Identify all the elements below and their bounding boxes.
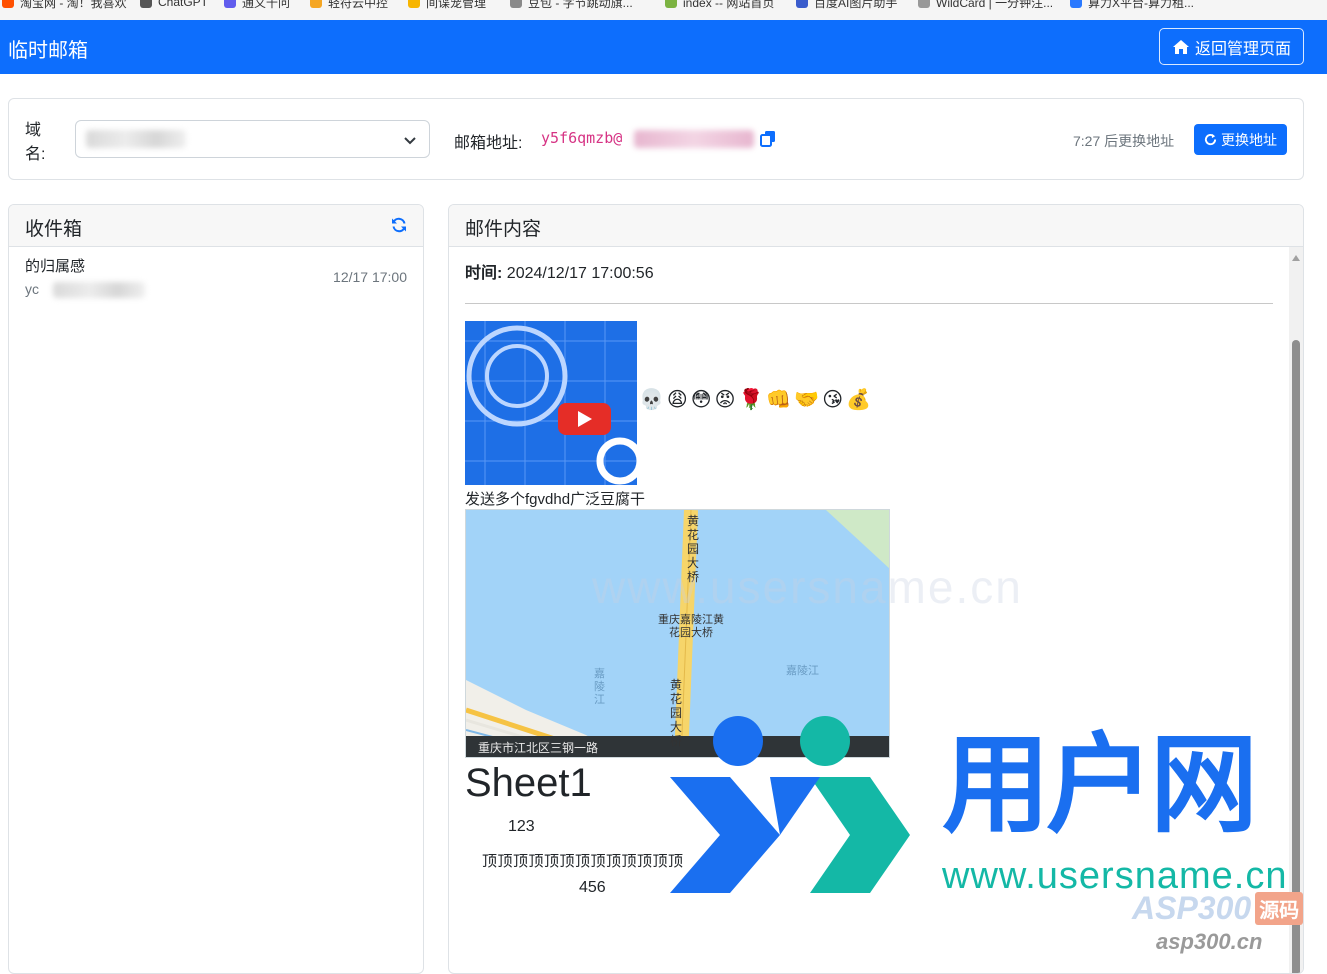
- sender-address-redacted: [53, 282, 145, 298]
- wildcard-icon: [918, 0, 930, 8]
- email-domain-redacted: [634, 130, 754, 148]
- bookmarks-bar: 淘宝网 - 淘！我喜欢 ChatGPT 通义千问 轻符云中控 间谍宠管理 豆包 …: [0, 0, 1327, 20]
- domain-value-redacted: [86, 130, 186, 148]
- mail-time-row: 时间: 2024/12/17 17:00:56: [465, 259, 654, 283]
- back-to-admin-button[interactable]: 返回管理页面: [1159, 28, 1304, 65]
- money-bag-icon: 💰: [846, 389, 871, 411]
- angry-face-icon: 😡: [714, 389, 736, 411]
- flushed-face-icon: 😳: [690, 389, 712, 411]
- skull-icon: 💀: [639, 389, 664, 411]
- back-to-admin-label: 返回管理页面: [1194, 40, 1291, 58]
- video-thumbnail[interactable]: [465, 321, 637, 485]
- suanli-icon: [1070, 0, 1082, 8]
- doubao-icon: [510, 0, 522, 8]
- sheet-cell-c: 456: [579, 879, 606, 896]
- mail-content-panel: 邮件内容 时间: 2024/12/17 17:00:56 💀 😩 😳 😡 🌹 👊…: [448, 204, 1304, 974]
- address-countdown: 7:27 后更换地址: [1073, 133, 1175, 149]
- rose-icon: 🌹: [738, 389, 764, 411]
- chatgpt-icon: [140, 0, 152, 8]
- top-navbar: 临时邮箱 返回管理页面: [0, 20, 1327, 74]
- copy-icon[interactable]: [760, 130, 777, 147]
- domain-select[interactable]: [75, 120, 430, 158]
- bookmark-suanli[interactable]: 算力X平台-算力租...: [1070, 0, 1194, 10]
- baidu-ai-icon: [796, 0, 808, 8]
- bookmark-index[interactable]: index -- 网站首页: [665, 0, 774, 10]
- mail-caption: 发送多个fgvdhd广泛豆腐干: [465, 491, 646, 508]
- map-poi-label: 重庆嘉陵江黄花园大桥: [658, 614, 724, 639]
- emoji-row: 💀 😩 😳 😡 🌹 👊 🤝 😘 💰: [639, 390, 871, 410]
- bookmark-taobao[interactable]: 淘宝网 - 淘！我喜欢: [2, 0, 127, 10]
- content-scrollbar-thumb[interactable]: [1292, 340, 1300, 973]
- sheet-title: Sheet1: [465, 761, 592, 805]
- address-label: 邮箱地址:: [454, 135, 523, 152]
- content-title: 邮件内容: [465, 219, 542, 240]
- jiandie-icon: [408, 0, 420, 8]
- inbox-mail-item[interactable]: 的归属感 yc 12/17 17:00: [9, 247, 423, 305]
- map-river-label: 嘉陵江: [786, 665, 819, 677]
- qingfu-icon: [310, 0, 322, 8]
- email-address: y5f6qmzb@: [541, 129, 623, 147]
- mail-subject: 的归属感: [25, 258, 86, 275]
- inbox-panel: 收件箱 的归属感 yc 12/17 17:00: [8, 204, 424, 974]
- content-header: 邮件内容: [449, 205, 1303, 247]
- tongyi-icon: [224, 0, 236, 8]
- bookmark-baidu-ai[interactable]: 百度AI图片助手: [796, 0, 897, 10]
- inbox-title: 收件箱: [25, 219, 83, 240]
- bookmark-wildcard[interactable]: WildCard | 一分钟注...: [918, 0, 1053, 10]
- refresh-icon: [1204, 133, 1217, 146]
- index-icon: [665, 0, 677, 8]
- content-divider: [465, 303, 1273, 304]
- handshake-icon: 🤝: [794, 389, 820, 411]
- map-road-label-2: 黄花园大桥: [670, 678, 683, 748]
- home-icon: [1172, 39, 1189, 54]
- mail-time: 12/17 17:00: [333, 269, 407, 285]
- mail-time-value: 2024/12/17 17:00:56: [506, 265, 654, 282]
- map-road-label-1: 黄花园大桥: [687, 514, 700, 584]
- app-title: 临时邮箱: [8, 40, 88, 62]
- refresh-inbox-icon[interactable]: [391, 217, 407, 233]
- weary-face-icon: 😩: [666, 389, 688, 411]
- fist-icon: 👊: [766, 389, 792, 411]
- map-address-bar: 重庆市江北区三钢一路: [478, 741, 599, 755]
- bookmark-qingfu[interactable]: 轻符云中控: [310, 0, 388, 10]
- bookmark-doubao[interactable]: 豆包 - 字节跳动旗...: [510, 0, 633, 10]
- bookmark-jiandie[interactable]: 间谍宠管理: [408, 0, 486, 10]
- change-address-button[interactable]: 更换地址: [1194, 124, 1287, 155]
- inbox-header: 收件箱: [9, 205, 423, 247]
- chevron-down-icon: [404, 137, 416, 145]
- video-thumbnail-art: [465, 321, 637, 485]
- mail-time-label: 时间:: [465, 265, 503, 282]
- scroll-up-arrow-icon[interactable]: [1292, 255, 1300, 261]
- sheet-cell-a: 123: [508, 818, 535, 835]
- domain-label: 域名:: [25, 122, 46, 163]
- sheet-cell-b: 顶顶顶顶顶顶顶顶顶顶顶顶顶: [482, 854, 684, 870]
- change-address-label: 更换地址: [1221, 131, 1277, 148]
- address-card: 域名: 邮箱地址: y5f6qmzb@ 7:27 后更换地址 更换地址: [8, 98, 1304, 180]
- bookmark-tongyi[interactable]: 通义千问: [224, 0, 290, 10]
- taobao-icon: [2, 0, 14, 8]
- map-side-label: 嘉陵江: [594, 668, 605, 706]
- map-image[interactable]: 黄花园大桥 重庆嘉陵江黄花园大桥 嘉陵江 嘉陵江 黄花园大桥 重庆市江北区三钢一…: [465, 509, 890, 758]
- mail-sender: yc: [25, 281, 39, 297]
- kiss-face-icon: 😘: [822, 389, 844, 411]
- bookmark-chatgpt[interactable]: ChatGPT: [140, 0, 208, 10]
